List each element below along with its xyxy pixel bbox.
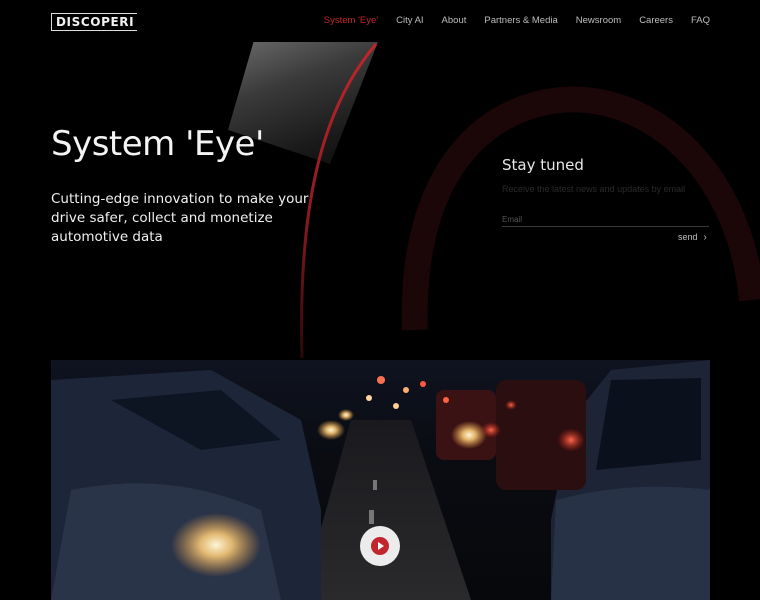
nav-item-careers[interactable]: Careers xyxy=(639,15,673,26)
send-button[interactable]: send › xyxy=(678,232,707,243)
logo[interactable]: DISCOPERI xyxy=(51,13,138,31)
video-preview[interactable] xyxy=(51,360,710,600)
site-header: DISCOPERI System 'Eye' City AI About Par… xyxy=(0,0,760,42)
main-nav: System 'Eye' City AI About Partners & Me… xyxy=(324,15,710,26)
nav-item-about[interactable]: About xyxy=(442,15,467,26)
play-icon xyxy=(371,537,389,555)
hero-subtitle: Cutting-edge innovation to make your dri… xyxy=(51,191,309,245)
email-input[interactable] xyxy=(502,212,709,227)
nav-item-partners-media[interactable]: Partners & Media xyxy=(484,15,557,26)
subscribe-description: Receive the latest news and updates by e… xyxy=(502,184,686,194)
send-label: send xyxy=(678,232,698,242)
nav-item-system-eye[interactable]: System 'Eye' xyxy=(324,15,378,26)
chevron-right-icon: › xyxy=(703,232,707,243)
nav-item-faq[interactable]: FAQ xyxy=(691,15,710,26)
play-button[interactable] xyxy=(360,526,400,566)
nav-item-newsroom[interactable]: Newsroom xyxy=(576,15,621,26)
hero-title: System 'Eye' xyxy=(51,124,264,164)
nav-item-city-ai[interactable]: City AI xyxy=(396,15,423,26)
logo-text: DISCOPERI xyxy=(56,15,135,29)
subscribe-title: Stay tuned xyxy=(502,156,584,174)
